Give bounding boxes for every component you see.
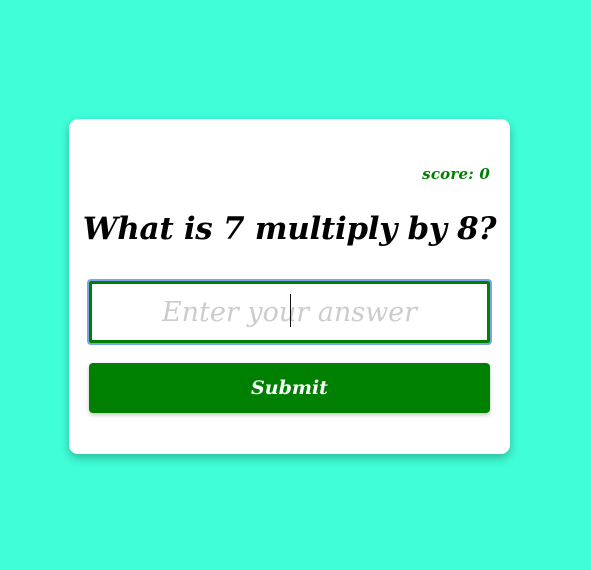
question-heading: What is 7 multiply by 8?: [82, 211, 497, 247]
quiz-card: score: 0 What is 7 multiply by 8? Submit: [69, 119, 510, 454]
score-label: score: 0: [422, 165, 490, 183]
answer-input[interactable]: [87, 279, 492, 345]
submit-button[interactable]: Submit: [89, 363, 490, 413]
